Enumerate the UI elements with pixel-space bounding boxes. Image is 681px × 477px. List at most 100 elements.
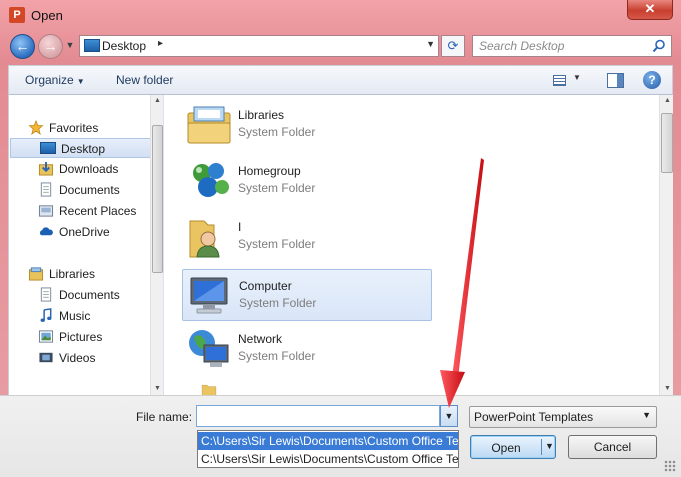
file-item-homegroup[interactable]: Homegroup System Folder bbox=[182, 155, 432, 207]
address-location[interactable]: Desktop bbox=[102, 39, 146, 53]
file-type-select[interactable]: PowerPoint Templates ▼ bbox=[469, 406, 657, 428]
downloads-icon bbox=[38, 161, 54, 176]
search-icon[interactable] bbox=[652, 39, 666, 53]
navigation-pane: Favorites Desktop Downloads Documents Re… bbox=[8, 95, 163, 395]
resize-grip-icon[interactable] bbox=[664, 460, 676, 472]
cloud-icon bbox=[39, 227, 53, 236]
nav-favorites-label: Favorites bbox=[49, 121, 99, 135]
chevron-down-icon[interactable]: ▼ bbox=[545, 441, 554, 451]
scroll-down-icon[interactable]: ▼ bbox=[664, 385, 671, 392]
address-dropdown-icon[interactable]: ▼ bbox=[426, 39, 435, 49]
sidebar-item-library-documents[interactable]: Documents bbox=[9, 285, 151, 305]
chevron-down-icon: ▼ bbox=[444, 411, 454, 421]
sidebar-item-label: Documents bbox=[59, 288, 120, 302]
forward-button[interactable]: → bbox=[38, 34, 63, 59]
video-icon bbox=[39, 352, 53, 363]
search-input[interactable] bbox=[479, 39, 649, 53]
autocomplete-list: C:\Users\Sir Lewis\Documents\Custom Offi… bbox=[197, 430, 459, 468]
sidebar-item-music[interactable]: Music bbox=[9, 306, 151, 326]
homegroup-icon bbox=[193, 163, 229, 197]
search-box[interactable] bbox=[472, 35, 672, 57]
powerpoint-icon: P bbox=[9, 7, 25, 23]
file-item-libraries[interactable]: Libraries System Folder bbox=[182, 99, 432, 151]
open-button[interactable]: Open ▼ bbox=[470, 435, 556, 459]
sidebar-item-documents[interactable]: Documents bbox=[9, 180, 151, 200]
close-icon: ✕ bbox=[644, 1, 656, 16]
view-details-icon bbox=[553, 75, 566, 86]
desktop-icon bbox=[84, 39, 100, 52]
nav-favorites[interactable]: Favorites bbox=[9, 118, 151, 138]
file-item-name: Network bbox=[238, 332, 283, 346]
file-list-scrollbar[interactable]: ▲ ▼ bbox=[659, 95, 673, 395]
file-item-network[interactable]: Network System Folder bbox=[182, 323, 432, 375]
file-item-type: System Folder bbox=[238, 181, 316, 195]
file-item-type: System Folder bbox=[238, 125, 316, 139]
organize-label: Organize bbox=[25, 73, 74, 87]
cancel-button[interactable]: Cancel bbox=[568, 435, 657, 459]
sidebar-item-label: Pictures bbox=[59, 330, 103, 344]
folder-icon bbox=[201, 385, 217, 395]
chevron-down-icon: ▼ bbox=[76, 77, 85, 86]
command-bar: Organize ▼ New folder ▼ ? bbox=[8, 65, 673, 95]
refresh-icon: ⟳ bbox=[447, 38, 459, 53]
music-note-icon bbox=[40, 308, 52, 322]
change-view-button[interactable]: ▼ bbox=[553, 73, 583, 89]
sidebar-item-pictures[interactable]: Pictures bbox=[9, 327, 151, 347]
file-type-value: PowerPoint Templates bbox=[474, 410, 594, 424]
open-button-label: Open bbox=[491, 441, 521, 455]
back-button[interactable]: ← bbox=[10, 34, 35, 59]
file-name-dropdown-button[interactable]: ▼ bbox=[440, 405, 458, 427]
file-item-type: System Folder bbox=[238, 349, 316, 363]
sidebar-item-downloads[interactable]: Downloads bbox=[9, 159, 151, 179]
libraries-icon bbox=[187, 106, 231, 144]
sidebar-item-label: OneDrive bbox=[59, 225, 110, 239]
sidebar-item-onedrive[interactable]: OneDrive bbox=[9, 222, 151, 242]
window-title: Open bbox=[31, 8, 63, 23]
preview-pane-icon[interactable] bbox=[607, 73, 624, 88]
breadcrumb-separator-icon[interactable]: ▸ bbox=[158, 38, 163, 49]
recent-locations-dropdown[interactable]: ▼ bbox=[64, 40, 76, 52]
scroll-thumb[interactable] bbox=[661, 113, 673, 173]
new-folder-button[interactable]: New folder bbox=[116, 73, 173, 87]
computer-icon bbox=[190, 277, 228, 314]
help-icon[interactable]: ? bbox=[643, 71, 661, 89]
file-list: Libraries System Folder Homegroup System… bbox=[163, 95, 673, 395]
sidebar-item-label: Desktop bbox=[61, 142, 106, 156]
star-icon bbox=[28, 120, 44, 135]
refresh-button[interactable]: ⟳ bbox=[441, 35, 465, 57]
file-item-name: Homegroup bbox=[238, 164, 301, 178]
sidebar-item-desktop[interactable]: Desktop bbox=[10, 138, 152, 158]
sidebar-item-label: Videos bbox=[59, 351, 96, 365]
nav-libraries-label: Libraries bbox=[49, 267, 96, 281]
nav-libraries[interactable]: Libraries bbox=[9, 264, 151, 284]
file-item-type: System Folder bbox=[238, 237, 316, 251]
autocomplete-item[interactable]: C:\Users\Sir Lewis\Documents\Custom Offi… bbox=[198, 450, 458, 467]
file-item-type: System Folder bbox=[239, 296, 317, 310]
scroll-down-icon[interactable]: ▼ bbox=[154, 385, 161, 392]
arrow-left-icon: ← bbox=[15, 38, 30, 54]
recent-places-icon bbox=[38, 205, 54, 217]
file-item-name: Computer bbox=[239, 279, 292, 293]
sidebar-item-label: Downloads bbox=[59, 162, 119, 176]
sidebar-item-videos[interactable]: Videos bbox=[9, 348, 151, 368]
autocomplete-item[interactable]: C:\Users\Sir Lewis\Documents\Custom Offi… bbox=[198, 432, 458, 450]
file-item-computer[interactable]: Computer System Folder bbox=[182, 269, 432, 321]
file-name-input[interactable] bbox=[196, 405, 440, 427]
organize-button[interactable]: Organize ▼ bbox=[25, 73, 85, 87]
nav-scrollbar[interactable]: ▲ ▼ bbox=[150, 95, 163, 395]
chevron-down-icon: ▼ bbox=[65, 40, 75, 50]
arrow-right-icon: → bbox=[43, 38, 58, 54]
address-bar[interactable]: Desktop ▸ ▼ bbox=[79, 35, 439, 57]
open-dialog: P Open ✕ ← → ▼ Desktop ▸ ▼ ⟳ Organize▼ N… bbox=[0, 0, 681, 477]
scroll-thumb[interactable] bbox=[152, 125, 163, 273]
file-item-partial[interactable] bbox=[182, 379, 432, 395]
sidebar-item-recent-places[interactable]: Recent Places bbox=[9, 201, 151, 221]
scroll-up-icon[interactable]: ▲ bbox=[664, 97, 671, 104]
scroll-up-icon[interactable]: ▲ bbox=[154, 97, 161, 104]
file-item-name: Libraries bbox=[238, 108, 285, 122]
chevron-down-icon: ▼ bbox=[642, 410, 651, 420]
sidebar-item-label: Documents bbox=[59, 183, 120, 197]
file-item-user[interactable]: I System Folder bbox=[182, 211, 432, 263]
sidebar-item-label: Recent Places bbox=[59, 204, 137, 218]
close-button[interactable]: ✕ bbox=[627, 0, 673, 20]
